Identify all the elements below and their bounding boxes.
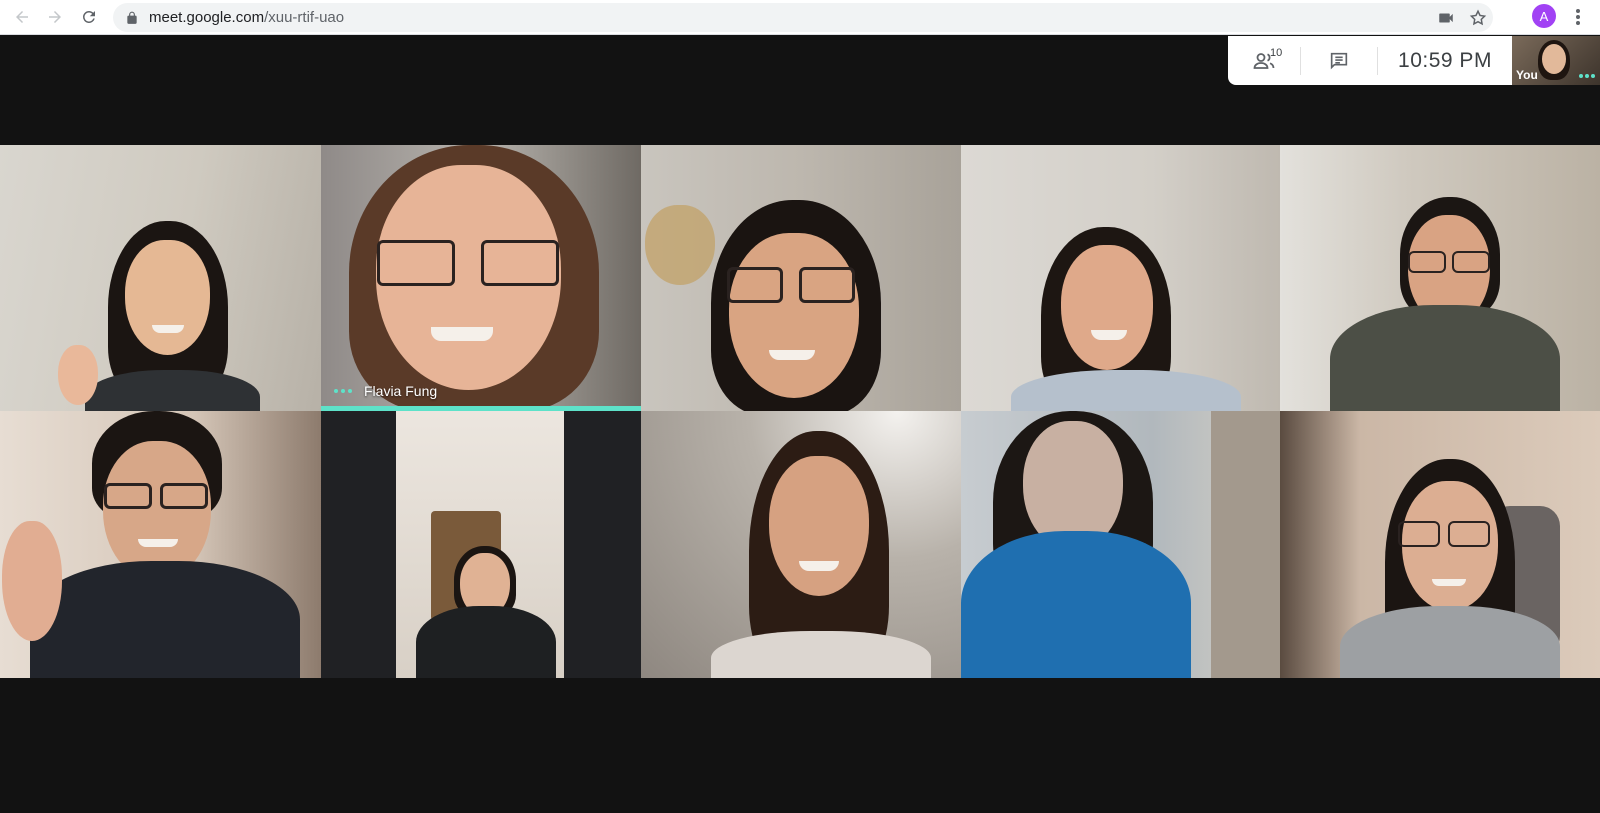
profile-avatar[interactable]: A bbox=[1532, 4, 1556, 28]
participant-name: Flavia Fung bbox=[364, 383, 438, 399]
participant-tile[interactable] bbox=[961, 411, 1280, 678]
chat-icon bbox=[1330, 52, 1348, 69]
more-options-icon[interactable] bbox=[1579, 74, 1595, 78]
address-bar[interactable]: meet.google.com/xuu-rtif-uao bbox=[113, 3, 1493, 32]
participant-name-tag: Flavia Fung bbox=[334, 383, 437, 399]
participant-tile[interactable] bbox=[641, 411, 961, 678]
arrow-left-icon bbox=[16, 11, 28, 23]
self-avatar-face bbox=[1542, 44, 1566, 74]
url-host: meet.google.com bbox=[149, 9, 265, 26]
browser-toolbar: meet.google.com/xuu-rtif-uao A bbox=[0, 0, 1600, 35]
more-options-icon[interactable] bbox=[334, 389, 352, 393]
url-path: /xuu-rtif-uao bbox=[264, 9, 345, 26]
participant-video bbox=[1280, 411, 1600, 678]
participant-tile[interactable] bbox=[1280, 411, 1600, 678]
participant-tile[interactable]: Flavia Fung bbox=[321, 145, 641, 411]
forward-button[interactable] bbox=[39, 2, 71, 32]
camera-icon[interactable] bbox=[1437, 9, 1455, 27]
participant-video bbox=[961, 411, 1280, 678]
participant-tile[interactable] bbox=[321, 411, 641, 678]
participant-video bbox=[961, 145, 1280, 411]
participant-tile[interactable] bbox=[961, 145, 1280, 411]
letterbox-right bbox=[564, 411, 641, 678]
meeting-clock: 10:59 PM bbox=[1398, 48, 1492, 72]
participant-video bbox=[641, 411, 961, 678]
self-view-label: You bbox=[1516, 68, 1538, 82]
meeting-info-panel: 10 10:59 PM bbox=[1228, 36, 1512, 85]
self-view-tile[interactable]: You bbox=[1512, 36, 1600, 85]
participant-video bbox=[0, 411, 321, 678]
browser-menu-icon[interactable] bbox=[1570, 6, 1586, 28]
participant-count: 10 bbox=[1270, 47, 1283, 59]
participant-video bbox=[1280, 145, 1600, 411]
lock-icon bbox=[127, 11, 137, 24]
participant-video bbox=[0, 145, 321, 411]
participant-tile[interactable] bbox=[0, 145, 321, 411]
reload-button[interactable] bbox=[73, 2, 105, 32]
participant-tile[interactable] bbox=[1280, 145, 1600, 411]
participant-tile[interactable] bbox=[0, 411, 321, 678]
back-button[interactable] bbox=[6, 2, 38, 32]
participant-tile[interactable] bbox=[641, 145, 961, 411]
chat-button[interactable] bbox=[1301, 36, 1377, 85]
participant-video bbox=[321, 145, 641, 411]
letterbox-left bbox=[321, 411, 396, 678]
participants-button[interactable]: 10 bbox=[1228, 36, 1300, 85]
arrow-right-icon bbox=[49, 11, 61, 23]
participant-video bbox=[641, 145, 961, 411]
bookmark-star-icon[interactable] bbox=[1469, 9, 1487, 27]
url-text: meet.google.com/xuu-rtif-uao bbox=[149, 9, 344, 26]
reload-icon bbox=[82, 10, 95, 23]
participant-video bbox=[396, 411, 564, 678]
